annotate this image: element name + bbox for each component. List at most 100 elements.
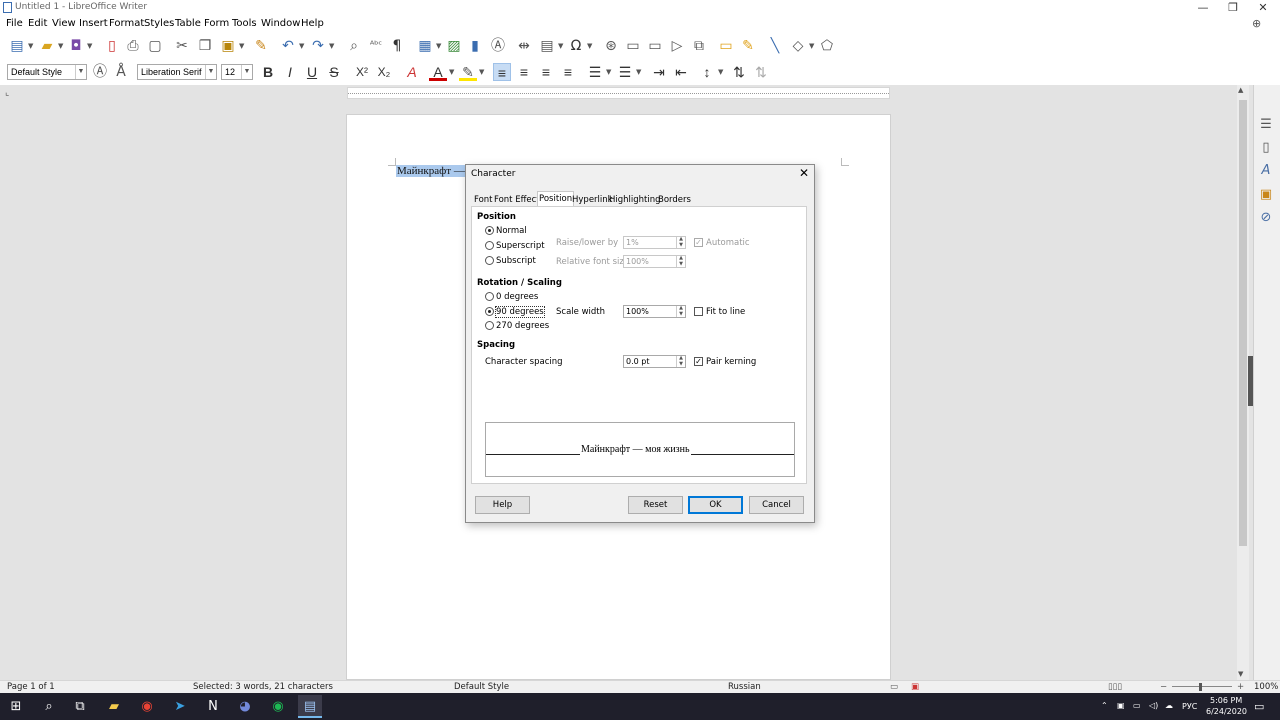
table-dropdown-icon[interactable]: ▼	[436, 37, 444, 55]
align-left-icon[interactable]: ≡	[493, 63, 511, 81]
print-preview-icon[interactable]: ▢	[146, 37, 164, 55]
superscript-label[interactable]: Superscript	[496, 241, 545, 251]
navigator-icon[interactable]: ⊘	[1257, 209, 1275, 227]
relative-font-size-spinbox[interactable]: 100% ▲ ▼	[623, 255, 686, 268]
page-icon[interactable]: ▯	[1257, 139, 1275, 157]
export-pdf-icon[interactable]: ▯	[103, 37, 121, 55]
highlight-dropdown-icon[interactable]: ▼	[479, 63, 487, 81]
windows-start-icon[interactable]: ⊞	[4, 695, 28, 718]
find-replace-icon[interactable]: ⌕	[345, 37, 363, 55]
notion-icon[interactable]: N	[201, 695, 225, 718]
spelling-icon[interactable]: ᴬᵇᶜ	[367, 37, 385, 55]
new-document-icon[interactable]: ▤	[8, 37, 26, 55]
insert-textbox-icon[interactable]: Ⓐ	[489, 37, 507, 55]
language[interactable]: Russian	[728, 682, 761, 692]
bold-icon[interactable]: B	[259, 63, 277, 81]
clone-formatting-icon[interactable]: ✎	[252, 37, 270, 55]
insert-table-icon[interactable]: ▦	[416, 37, 434, 55]
help-button[interactable]: Help	[475, 496, 530, 514]
page-style[interactable]: Default Style	[454, 682, 509, 692]
save-icon[interactable]: ◘	[67, 37, 85, 55]
onedrive-icon[interactable]: ☁	[1165, 701, 1173, 710]
special-character-icon[interactable]: Ω	[567, 37, 585, 55]
bullet-dropdown-icon[interactable]: ▼	[606, 63, 614, 81]
align-right-icon[interactable]: ≡	[537, 63, 555, 81]
save-dropdown-icon[interactable]: ▼	[87, 37, 95, 55]
line-spacing-icon[interactable]: ↕	[698, 63, 716, 81]
rotation-270-radio[interactable]	[485, 321, 494, 330]
font-color-dropdown-icon[interactable]: ▼	[449, 63, 457, 81]
zoom-out-icon[interactable]: −	[1160, 682, 1167, 692]
field-dropdown-icon[interactable]: ▼	[558, 37, 566, 55]
draw-functions-icon[interactable]: ⬠	[818, 37, 836, 55]
special-char-dropdown-icon[interactable]: ▼	[587, 37, 595, 55]
zoom-slider[interactable]	[1172, 686, 1232, 687]
styles-icon[interactable]: A	[1257, 162, 1275, 180]
properties-icon[interactable]: ☰	[1257, 116, 1275, 134]
align-center-icon[interactable]: ≡	[515, 63, 533, 81]
scroll-down-icon[interactable]: ▼	[1238, 670, 1243, 678]
task-view-icon[interactable]: ⧉	[68, 695, 92, 718]
decrease-indent-icon[interactable]: ⇤	[672, 63, 690, 81]
italic-icon[interactable]: I	[281, 63, 299, 81]
insert-line-icon[interactable]: ╲	[766, 37, 784, 55]
clock-time[interactable]: 5:06 PM	[1210, 696, 1242, 705]
spin-arrows-icon[interactable]: ▲ ▼	[676, 355, 685, 367]
dialog-close-button[interactable]: ✕	[797, 166, 811, 180]
close-window-button[interactable]: ✕	[1248, 0, 1278, 16]
spin-arrows-icon[interactable]: ▲ ▼	[676, 236, 685, 248]
file-explorer-icon[interactable]: ▰	[102, 695, 126, 718]
minimize-button[interactable]: —	[1188, 0, 1218, 16]
rotation-0-radio[interactable]	[485, 292, 494, 301]
reset-button[interactable]: Reset	[628, 496, 683, 514]
menu-help[interactable]: Help	[301, 18, 324, 29]
shapes-dropdown-icon[interactable]: ▼	[809, 37, 817, 55]
copy-icon[interactable]: ❐	[196, 37, 214, 55]
endnote-icon[interactable]: ▭	[646, 37, 664, 55]
tab-font[interactable]: Font	[473, 193, 494, 207]
search-icon[interactable]: ⌕	[37, 695, 61, 718]
spin-arrows-icon[interactable]: ▲ ▼	[676, 255, 685, 267]
increase-paragraph-spacing-icon[interactable]: ⇅	[730, 63, 748, 81]
horizontal-ruler[interactable]	[347, 87, 890, 99]
spotify-icon[interactable]: ◉	[266, 695, 290, 718]
restore-button[interactable]: ❐	[1218, 0, 1248, 16]
insert-field-icon[interactable]: ▤	[538, 37, 556, 55]
paste-dropdown-icon[interactable]: ▼	[239, 37, 247, 55]
scroll-up-icon[interactable]: ▲	[1238, 86, 1243, 94]
clear-formatting-icon[interactable]: A	[403, 63, 421, 81]
update-style-icon[interactable]: Ⓐ	[91, 63, 109, 81]
paragraph-style-combo[interactable]: Default Style ▼	[7, 64, 87, 80]
tab-stop-icon[interactable]: ⌞	[5, 88, 9, 98]
page-count[interactable]: Page 1 of 1	[7, 682, 55, 692]
pair-kerning-checkbox[interactable]: ✓	[694, 357, 703, 366]
libreoffice-writer-taskbar-icon[interactable]: ▤	[298, 695, 322, 718]
rotation-270-label[interactable]: 270 degrees	[496, 321, 549, 331]
tray-app-icon[interactable]: ▣	[1117, 701, 1125, 710]
menu-view[interactable]: View	[52, 18, 76, 29]
highlight-icon[interactable]: ✎	[459, 63, 477, 81]
automatic-label[interactable]: Automatic	[706, 238, 750, 248]
print-icon[interactable]: ⎙	[124, 37, 142, 55]
new-style-icon[interactable]: Å	[112, 63, 130, 81]
input-language[interactable]: РУС	[1182, 702, 1197, 711]
zoom-level[interactable]: 100%	[1254, 682, 1278, 692]
font-name-combo[interactable]: Liberation Serif ▼	[137, 64, 217, 80]
redo-dropdown-icon[interactable]: ▼	[329, 37, 337, 55]
globe-icon[interactable]: ⊕	[1252, 17, 1266, 31]
chevron-down-icon[interactable]: ▼	[205, 65, 216, 79]
underline-icon[interactable]: U	[303, 63, 321, 81]
volume-icon[interactable]: ◁)	[1149, 701, 1158, 710]
menu-file[interactable]: File	[6, 18, 23, 29]
cancel-button[interactable]: Cancel	[749, 496, 804, 514]
selection-mode-icon[interactable]: ▭	[890, 682, 898, 692]
justify-icon[interactable]: ≡	[559, 63, 577, 81]
paste-icon[interactable]: ▣	[219, 37, 237, 55]
rotation-0-label[interactable]: 0 degrees	[496, 292, 538, 302]
line-spacing-dropdown-icon[interactable]: ▼	[718, 63, 726, 81]
normal-label[interactable]: Normal	[496, 226, 527, 236]
sidebar-collapse-handle[interactable]	[1248, 356, 1253, 406]
telegram-icon[interactable]: ➤	[168, 695, 192, 718]
open-dropdown-icon[interactable]: ▼	[58, 37, 66, 55]
automatic-checkbox[interactable]: ✓	[694, 238, 703, 247]
